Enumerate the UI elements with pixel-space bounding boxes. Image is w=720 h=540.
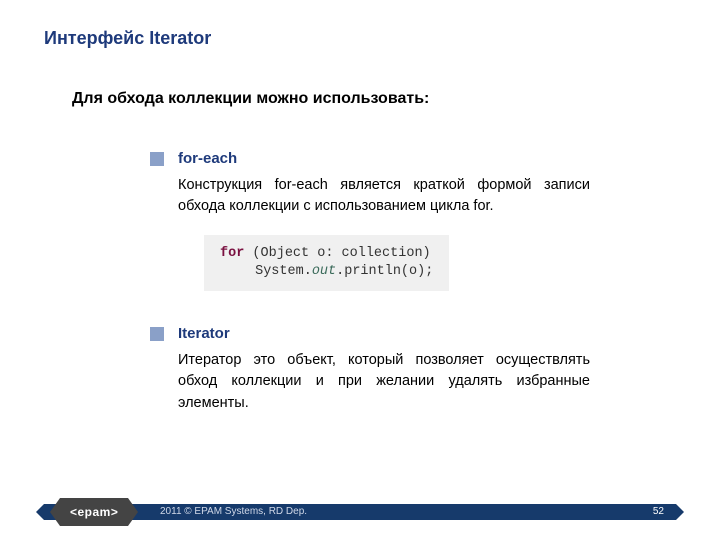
content-area: for-each Конструкция for-each является к…	[150, 150, 590, 442]
bullet-body: Конструкция for-each является краткой фо…	[178, 175, 590, 217]
code-field: out	[312, 264, 336, 279]
bullet-label: for-each	[178, 150, 237, 167]
bullet-body: Итератор это объект, который позволяет о…	[178, 350, 590, 413]
code-line-2: System.out.println(o);	[220, 263, 433, 281]
bullet-head: Iterator	[150, 325, 590, 342]
bullet-label: Iterator	[178, 325, 230, 342]
bullet-iterator: Iterator Итератор это объект, который по…	[150, 325, 590, 413]
bullet-foreach: for-each Конструкция for-each является к…	[150, 150, 590, 297]
square-bullet-icon	[150, 152, 164, 166]
code-keyword: for	[220, 246, 244, 261]
code-block: for (Object o: collection) System.out.pr…	[204, 235, 449, 291]
slide-title: Интерфейс Iterator	[44, 28, 211, 49]
code-text: System.	[255, 264, 312, 279]
bullet-head: for-each	[150, 150, 590, 167]
footer-bar	[44, 504, 676, 520]
code-text: .println(o);	[336, 264, 433, 279]
slide-subtitle: Для обхода коллекции можно использовать:	[72, 90, 429, 108]
footer: <epam> 2011 © EPAM Systems, RD Dep. 52	[0, 498, 720, 524]
code-text: (Object o: collection)	[244, 246, 430, 261]
slide: Интерфейс Iterator Для обхода коллекции …	[0, 0, 720, 540]
epam-logo: <epam>	[60, 498, 128, 526]
code-line-1: for (Object o: collection)	[220, 245, 433, 263]
copyright-text: 2011 © EPAM Systems, RD Dep.	[160, 506, 307, 517]
square-bullet-icon	[150, 327, 164, 341]
page-number: 52	[653, 506, 664, 517]
